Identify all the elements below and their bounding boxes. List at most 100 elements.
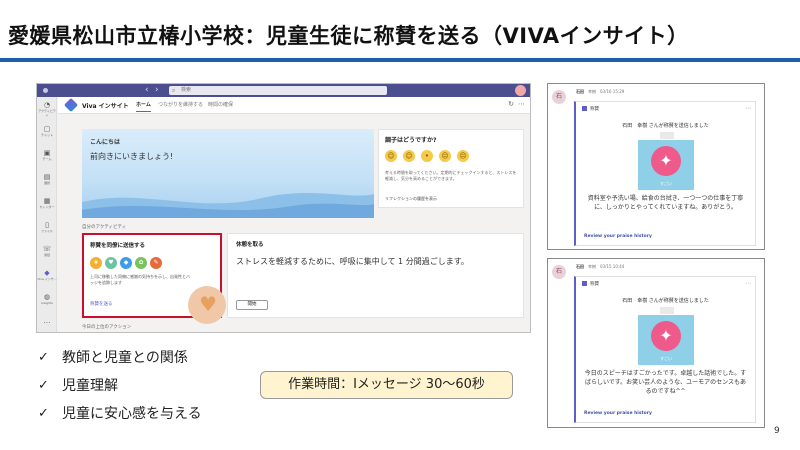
refresh-icon[interactable]: ↻ (508, 100, 514, 108)
rail-more[interactable]: … (37, 317, 57, 325)
checklist-item: ✓ 児童に安心感を与える (38, 406, 202, 434)
tab-protect-time[interactable]: 時間の確保 (208, 101, 233, 108)
message-header: 石田 幸樹 03/15 10:44 (576, 264, 624, 270)
app-name: 称賛 (590, 282, 599, 287)
praise-message-card: ⋯ 称賛 石田 幸樹 さんが称賛を送信しました ✦ すごい 資料室や予洗い場、給… (574, 101, 756, 246)
review-praise-history-link[interactable]: Review your praise history (584, 411, 652, 416)
checklist-item: ✓ 児童理解 (38, 378, 202, 406)
praise-chat-panel: 石 石田 幸樹 03/16 15:29 ⋯ 称賛 石田 幸樹 さんが称賛を送信し… (547, 83, 765, 250)
praise-app-icon (582, 106, 587, 111)
unicorn-icon: ✦ (651, 146, 681, 176)
rail-calls[interactable]: ☏ 通話 (37, 245, 57, 257)
mood-title: 調子はどうですか? (385, 137, 437, 144)
message-timestamp: 03/15 10:44 (600, 264, 625, 269)
praise-card[interactable]: 称賛を同僚に送信する ★ ♥ ◆ ✿ ✎ 上司に移動した同僚に感謝の気持ちを示し… (82, 233, 226, 324)
slide-title: 愛媛県松山市立椿小学校：児童生徒に称賛を送る（VIVAインサイト） (8, 24, 689, 48)
app-name: 称賛 (590, 107, 599, 112)
my-activity-label: 自分のアクティビティ (82, 225, 127, 230)
rail-files[interactable]: ▯ ファイル (37, 221, 57, 233)
unicorn-icon: ✦ (651, 321, 681, 351)
rail-label: アクティビティ (38, 109, 56, 117)
hello-title: こんにちは (90, 139, 121, 146)
badge-icon: ♥ (105, 257, 117, 269)
praise-badges: ★ ♥ ◆ ✿ ✎ (90, 257, 162, 269)
rail-assignments[interactable]: ▤ 課題 (37, 173, 57, 185)
start-button[interactable]: 開始 (236, 300, 268, 310)
rail-label: チーム (42, 157, 52, 161)
sender-avatar: 石 (552, 90, 566, 104)
rail-calendar[interactable]: ▦ カレンダー (37, 197, 57, 209)
wave-illustration (82, 192, 374, 218)
profile-avatar[interactable] (515, 85, 526, 96)
praise-badge: ✦ すごい (638, 140, 694, 190)
happy-face-icon[interactable]: ☺ (403, 150, 415, 162)
badge-icon: ◆ (120, 257, 132, 269)
search-icon: ⌕ (172, 87, 176, 94)
badge-label: すごい (660, 356, 672, 361)
phone-icon: ☏ (42, 245, 52, 253)
rail-label: ファイル (40, 229, 53, 233)
praise-app-icon (582, 281, 587, 286)
break-title: 休憩を取る (236, 242, 264, 248)
page-number: 9 (774, 426, 780, 436)
check-icon: ✓ (38, 378, 49, 393)
rail-label: 通話 (43, 253, 50, 257)
redacted-name (660, 307, 674, 314)
neutral-face-icon[interactable]: • (421, 150, 433, 162)
title-rule (0, 58, 800, 62)
send-praise-link[interactable]: 称賛を送る (90, 301, 113, 307)
praise-message: 資料室や予洗い場、給食の台拭き、一つ一つの仕事を丁寧に、しっかりとやってくれてい… (587, 195, 744, 211)
sad-face-icon[interactable]: ☹ (439, 150, 451, 162)
rail-label: カレンダー (39, 205, 55, 209)
check-icon: ✓ (38, 406, 49, 421)
checklist: ✓ 教師と児童との関係 ✓ 児童理解 ✓ 児童に安心感を与える (38, 350, 202, 434)
rail-label: Viva インサ... (37, 277, 57, 281)
checklist-item: ✓ 教師と児童との関係 (38, 350, 202, 378)
rail-label: 課題 (43, 181, 50, 185)
mood-body: 考える時間を取ってください。定期的にチェックインすると、ストレスを軽減し、気分を… (385, 170, 517, 181)
check-icon: ✓ (38, 350, 49, 365)
badge-label: すごい (660, 181, 672, 186)
redacted-name (660, 132, 674, 139)
chat-icon: ▢ (43, 125, 51, 133)
rail-teams[interactable]: ▣ チーム (37, 149, 57, 161)
rail-activity[interactable]: ◔ アクティビティ (37, 101, 57, 117)
app-rail: ◔ アクティビティ ▢ チャット ▣ チーム ▤ 課題 ▦ カレンダー ▯ ファイル ☏ 通話… (37, 97, 57, 332)
teams-icon: ▣ (43, 149, 51, 157)
reflection-history-link[interactable]: リフレクションの履歴を表示 (385, 196, 437, 202)
teams-window: ‹ › ⌕ 検索 ◔ アクティビティ ▢ チャット ▣ チーム ▤ 課題 ▦ カレンダー … (36, 83, 531, 333)
praise-message-card: ⋯ 称賛 石田 幸樹 さんが称賛を送信しました ✦ すごい 今日のスピーチはすご… (574, 276, 756, 423)
checklist-text: 児童理解 (62, 378, 118, 394)
sent-line: 石田 幸樹 さんが称賛を送信しました (622, 298, 709, 304)
rail-insights[interactable]: ◍ Insights (37, 293, 57, 305)
sender-name: 石田 (576, 89, 584, 94)
more-options-icon[interactable]: ⋯ (518, 100, 525, 108)
very-sad-face-icon[interactable]: ☹ (457, 150, 469, 162)
app-name: Viva インサイト (82, 103, 129, 110)
app-header: Viva インサイト ホーム つながりを維持する 時間の確保 ↻ ⋯ (58, 97, 530, 114)
file-icon: ▯ (45, 221, 49, 229)
search-input[interactable]: ⌕ 検索 (169, 86, 387, 95)
viva-logo-icon (63, 97, 79, 113)
checklist-text: 教師と児童との関係 (62, 350, 188, 366)
heart-icon: ♥ (199, 292, 217, 316)
rail-chat[interactable]: ▢ チャット (37, 125, 57, 137)
message-timestamp: 03/16 15:29 (600, 89, 625, 94)
rail-viva[interactable]: ◆ Viva インサ... (37, 269, 57, 281)
more-options-icon[interactable]: ⋯ (745, 280, 751, 287)
rail-label: チャット (41, 133, 53, 137)
calendar-icon: ▦ (43, 197, 51, 205)
rail-label: Insights (41, 301, 53, 305)
review-praise-history-link[interactable]: Review your praise history (584, 234, 652, 239)
sender-given-name: 幸樹 (588, 89, 596, 94)
back-arrow-icon[interactable]: ‹ (145, 85, 149, 96)
bell-icon: ◔ (43, 101, 51, 109)
very-happy-face-icon[interactable]: ☺ (385, 150, 397, 162)
more-options-icon[interactable]: ⋯ (745, 105, 751, 112)
tab-stay-connected[interactable]: つながりを維持する (158, 101, 203, 108)
badge-icon: ✎ (150, 257, 162, 269)
tab-home[interactable]: ホーム (136, 101, 151, 112)
teams-title-bar: ‹ › ⌕ 検索 (37, 84, 530, 97)
hello-body: 前向きにいきましょう! (90, 152, 174, 161)
forward-arrow-icon[interactable]: › (155, 85, 159, 96)
